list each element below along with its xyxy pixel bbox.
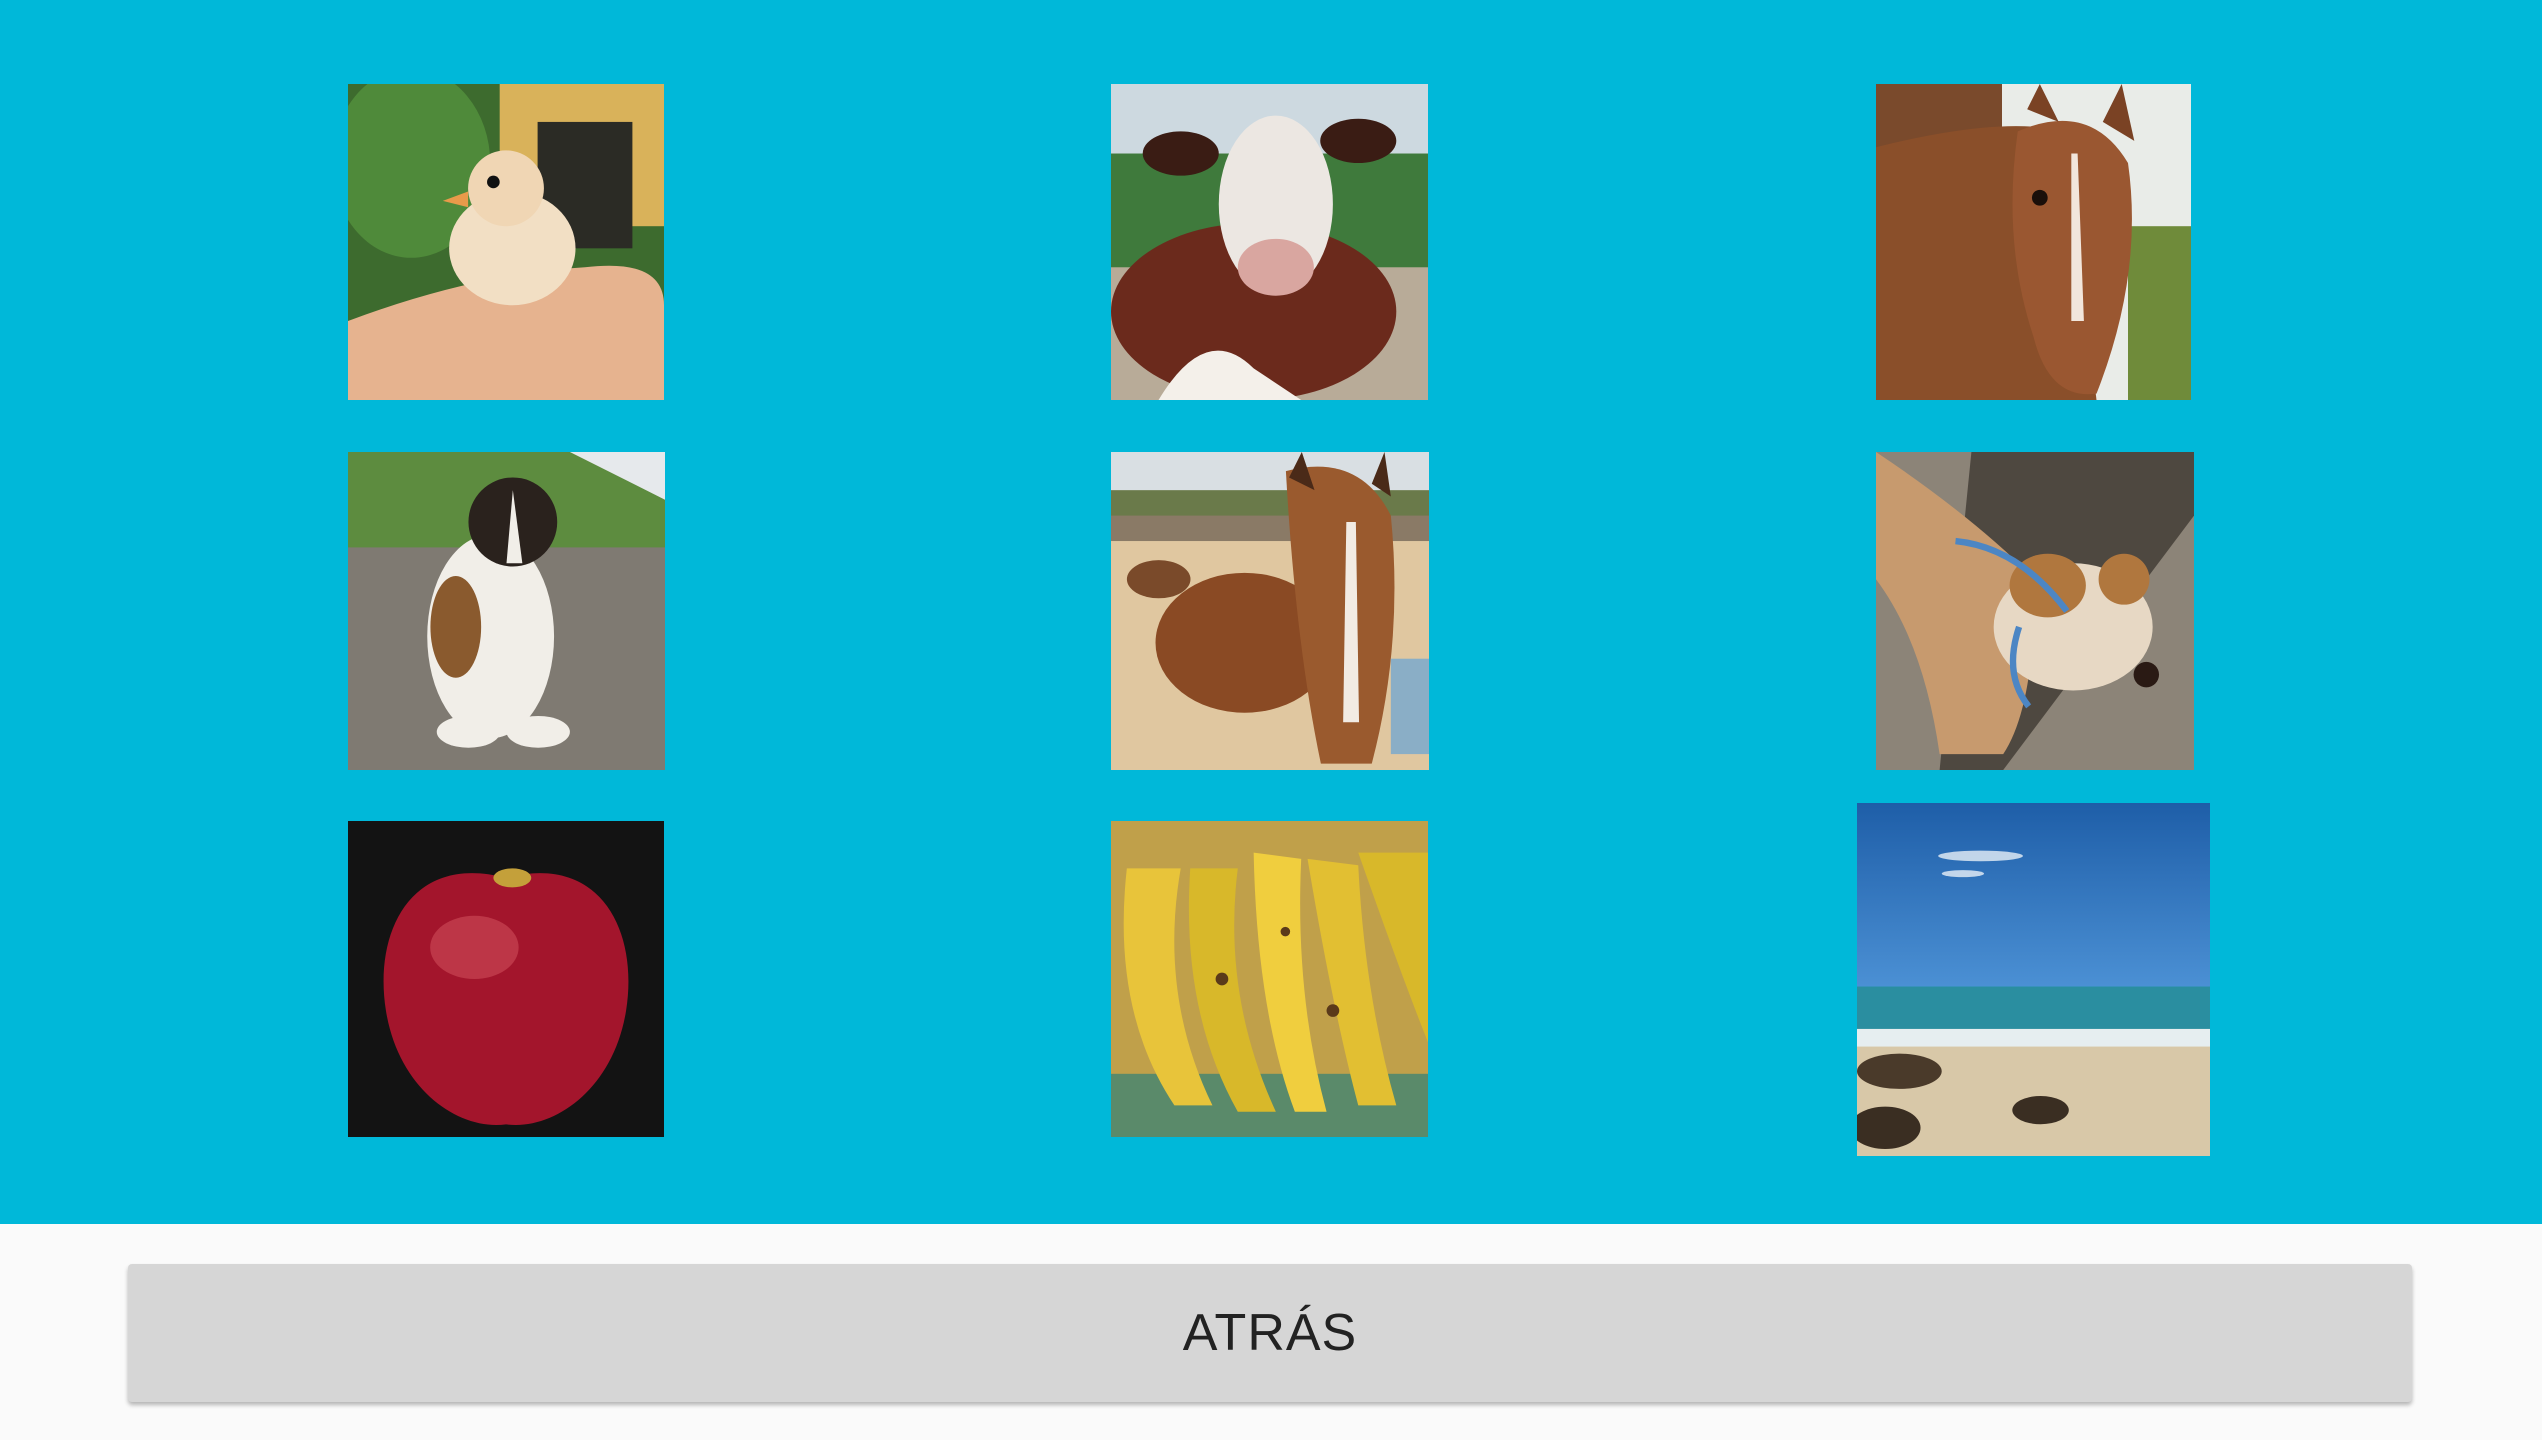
image-tile-dog[interactable] — [1876, 452, 2194, 770]
image-tile-bananas[interactable] — [1111, 821, 1428, 1137]
image-tile-beach[interactable] — [1857, 803, 2210, 1156]
image-tile-apple[interactable] — [348, 821, 664, 1137]
back-button[interactable]: ATRÁS — [128, 1264, 2412, 1402]
image-grid — [0, 0, 2542, 1224]
image-tile-chick[interactable] — [348, 84, 664, 400]
image-tile-horse[interactable] — [1876, 84, 2191, 400]
image-tile-dog[interactable] — [348, 452, 665, 770]
image-tile-horse[interactable] — [1111, 452, 1429, 770]
image-tile-cow[interactable] — [1111, 84, 1428, 400]
